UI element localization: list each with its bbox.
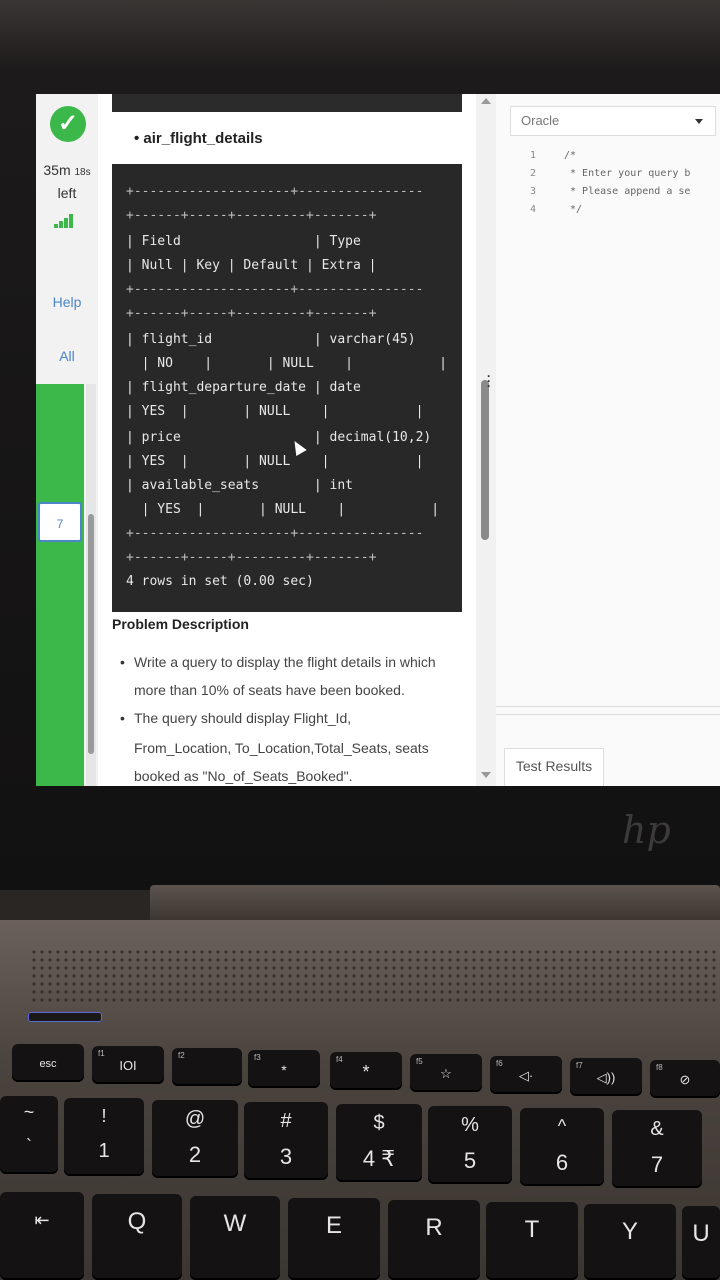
question-item-active[interactable]: 7 [38,502,82,542]
language-value: Oracle [521,113,560,128]
line-gutter: 1 2 3 4 [510,144,550,704]
terminal-line: +--------------------+---------------- [126,282,424,297]
key-f7[interactable]: f7 ◁)) [570,1058,642,1096]
screen: ✓ 35m 18s left Help All 7 • air_flight_d… [36,94,720,786]
terminal-line: | YES | | NULL | | [126,454,424,469]
key-esc[interactable]: esc [12,1044,84,1082]
key-f8[interactable]: f8 ⊘ [650,1060,720,1098]
question-item[interactable] [38,458,82,498]
question-item[interactable] [38,408,82,448]
laptop-hinge [150,885,720,923]
power-button[interactable] [28,1012,102,1022]
timer-seconds: 18s [74,167,91,178]
signal-icon [54,214,76,228]
key-4[interactable]: $4 ₹ [336,1104,422,1182]
terminal-line: | YES | | NULL | | [126,502,440,517]
resize-grip-icon[interactable]: · · · [487,370,491,392]
key-t[interactable]: T [486,1202,578,1280]
terminal-line: | flight_id | varchar(45) [126,332,416,347]
terminal-top-edge [112,94,462,112]
timer-suffix: left [57,185,77,201]
scroll-up-icon[interactable] [481,98,491,104]
terminal-line: | Field | Type [126,234,361,249]
description-line: From_Location, To_Location,Total_Seats, … [134,740,429,756]
code-line: /* [564,150,577,161]
key-w[interactable]: W [190,1196,280,1280]
question-item[interactable] [38,552,82,592]
terminal-line: | NO | | NULL | | [126,356,447,371]
editor-divider [496,714,720,715]
problem-panel: • air_flight_details +------------------… [98,94,476,786]
question-item[interactable] [38,604,82,644]
terminal-line: | price | decimal(10,2) [126,430,432,445]
key-u[interactable]: U [682,1206,720,1280]
terminal-line: | flight_departure_date | date [126,380,361,395]
line-number: 1 [530,150,537,161]
hp-logo: hp [622,808,671,852]
chevron-down-icon [695,119,703,124]
terminal-line: +--------------------+---------------- [126,526,424,541]
terminal-line: | available_seats | int [126,478,353,493]
key-tab[interactable]: ⇤ [0,1192,84,1280]
code-line: * Please append a se [564,186,691,197]
speaker-grille [30,948,720,1006]
key-f6[interactable]: f6 ◁· [490,1056,562,1094]
key-q[interactable]: Q [92,1194,182,1280]
language-select[interactable]: Oracle [510,106,716,136]
key-y[interactable]: Y [584,1204,676,1280]
question-item[interactable] [38,746,82,786]
key-7[interactable]: & 7 [612,1110,702,1188]
key-5[interactable]: % 5 [428,1106,512,1184]
question-item[interactable] [38,700,82,740]
terminal-line: +------+-----+---------+-------+ [126,306,377,321]
key-e[interactable]: E [288,1198,380,1280]
help-link[interactable]: Help [36,294,98,310]
key-f2[interactable]: f2 [172,1048,242,1086]
question-scrollbar[interactable] [86,384,96,786]
scroll-down-icon[interactable] [481,772,491,778]
key-tilde[interactable]: ~ ` [0,1096,58,1174]
code-editor: Oracle 1 2 3 4 /* * Enter your query b *… [496,94,720,786]
code-line: */ [564,204,583,215]
question-list: 7 [36,384,84,786]
line-number: 3 [530,186,537,197]
key-2[interactable]: @2 [152,1100,238,1178]
editor-divider [496,706,720,707]
key-f1[interactable]: f1 IOI [92,1046,164,1084]
description-line: booked as "No_of_Seats_Booked". [134,768,353,784]
key-6[interactable]: ^ 6 [520,1108,604,1186]
code-line: * Enter your query b [564,168,691,179]
line-number: 4 [530,204,537,215]
key-f3[interactable]: f3 * [248,1050,320,1088]
terminal-line: | Null | Key | Default | Extra | [126,258,377,273]
timer-minutes: 35m [43,162,71,178]
left-rail: ✓ 35m 18s left Help All 7 [36,94,98,786]
question-item[interactable] [38,652,82,692]
terminal-line: +------+-----+---------+-------+ [126,550,377,565]
rows-result: 4 rows in set (0.00 sec) [126,574,314,589]
description-line: Write a query to display the flight deta… [120,648,464,676]
schema-terminal: +--------------------+---------------- +… [112,164,462,612]
key-r[interactable]: R [388,1200,480,1280]
test-results-tab[interactable]: Test Results [504,748,604,786]
key-1[interactable]: ! 1 [64,1098,144,1176]
all-questions-link[interactable]: All [36,348,98,364]
code-area[interactable]: 1 2 3 4 /* * Enter your query b * Please… [510,144,720,704]
terminal-line: | YES | | NULL | | [126,404,424,419]
description-line: more than 10% of seats have been booked. [134,682,405,698]
key-f5[interactable]: f5 ☆ [410,1054,482,1092]
table-title: • air_flight_details [134,130,263,147]
line-number: 2 [530,168,537,179]
description-title: Problem Description [112,616,249,632]
panel-divider-scrollbar[interactable] [476,94,496,786]
key-3[interactable]: #3 [244,1102,328,1180]
check-icon: ✓ [50,106,86,142]
timer: 35m 18s left [40,160,94,203]
description-line: The query should display Flight_Id, [120,704,464,732]
key-f4[interactable]: f4 * [330,1052,402,1090]
terminal-line: +------+-----+---------+-------+ [126,208,377,223]
scroll-thumb[interactable] [481,380,489,540]
terminal-line: +--------------------+---------------- [126,184,424,199]
